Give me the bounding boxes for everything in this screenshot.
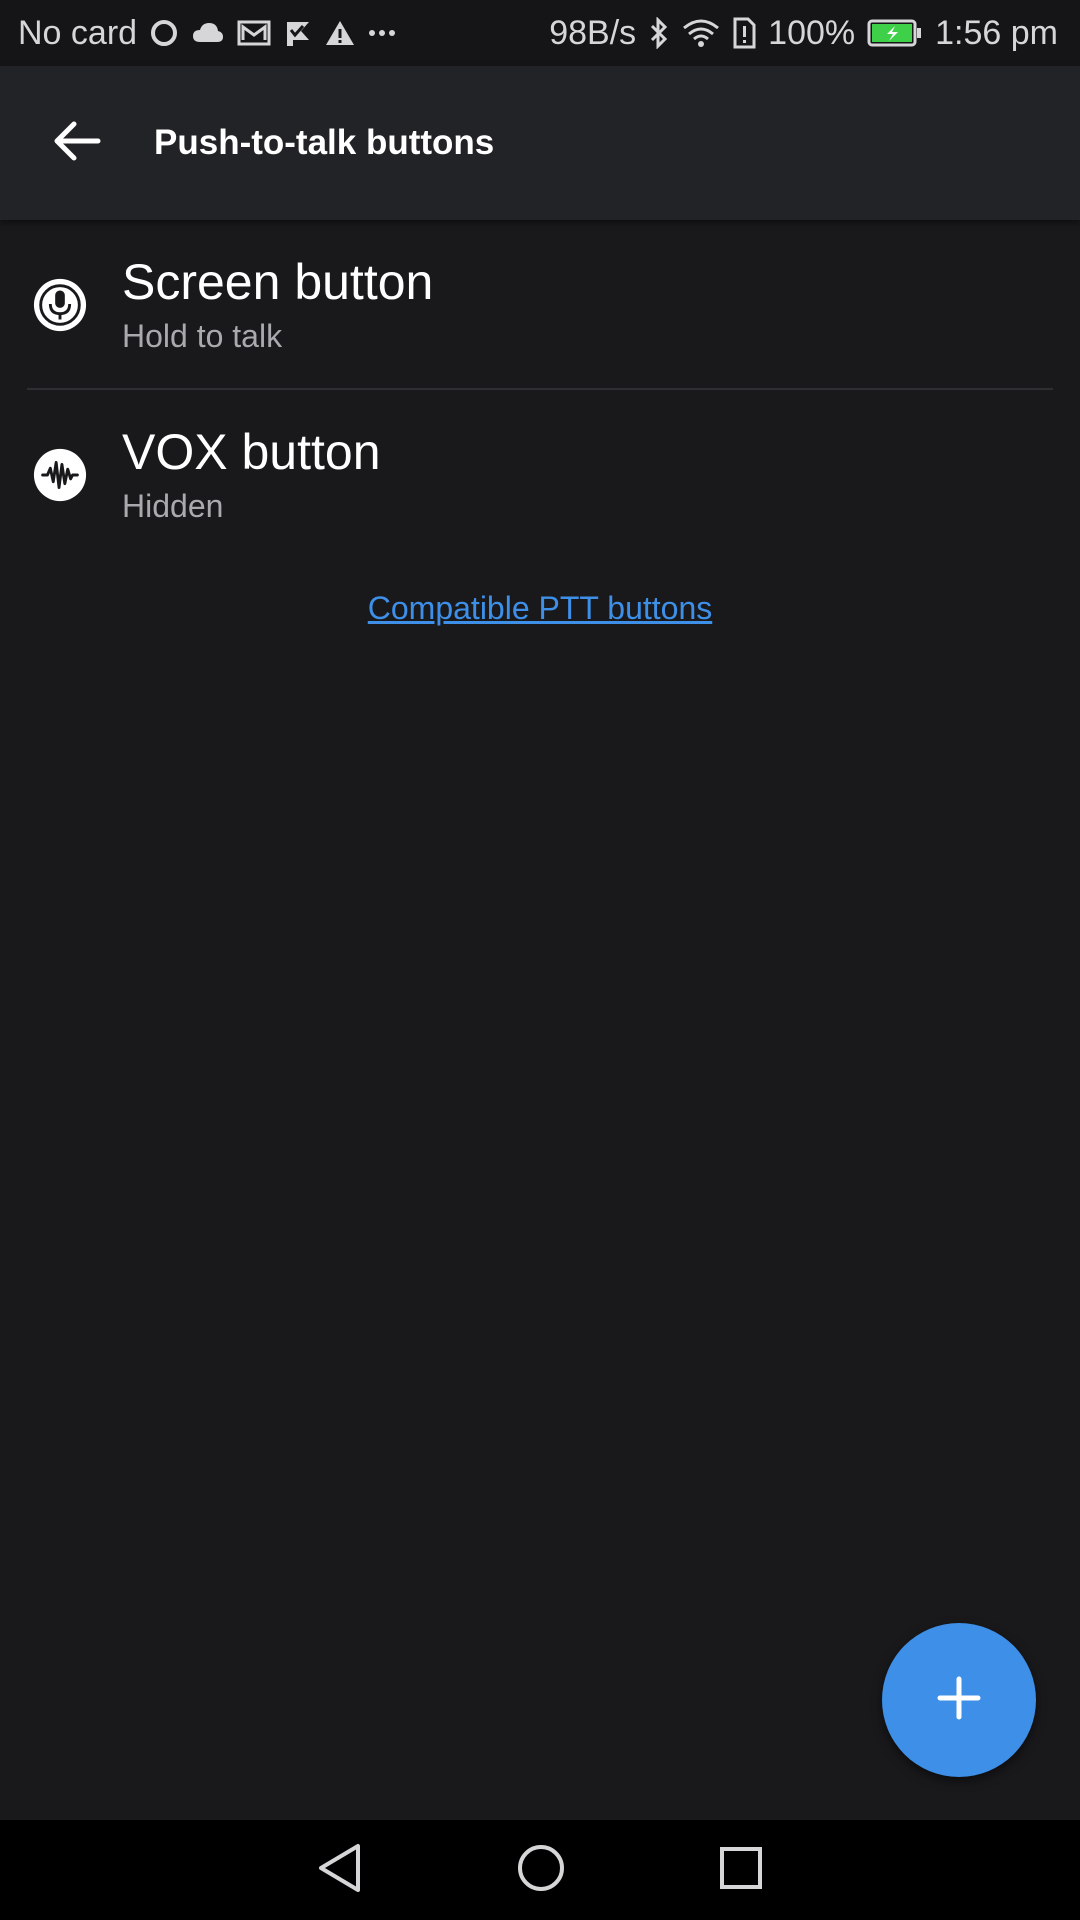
check-flag-icon bbox=[283, 19, 313, 47]
compatible-ptt-buttons-link[interactable]: Compatible PTT buttons bbox=[368, 590, 712, 626]
nav-home-icon bbox=[516, 1843, 566, 1898]
status-bar: No card 98B/s 100% 1:56 pm bbox=[0, 0, 1080, 66]
list-item-screen-button[interactable]: Screen button Hold to talk bbox=[0, 220, 1080, 390]
item-title: VOX button bbox=[122, 424, 381, 480]
nav-recents-icon bbox=[718, 1845, 764, 1896]
item-subtitle: Hold to talk bbox=[122, 318, 283, 354]
plus-icon bbox=[936, 1675, 982, 1726]
warning-icon bbox=[325, 19, 355, 47]
navigation-bar bbox=[0, 1820, 1080, 1920]
status-right: 98B/s 100% 1:56 pm bbox=[549, 14, 1058, 53]
item-subtitle: Hidden bbox=[122, 488, 224, 524]
list-item-vox-button[interactable]: VOX button Hidden bbox=[0, 390, 1080, 560]
back-button[interactable] bbox=[27, 93, 127, 193]
clock-text: 1:56 pm bbox=[935, 13, 1058, 52]
nav-back-button[interactable] bbox=[316, 1836, 364, 1904]
battery-charging-icon bbox=[867, 19, 923, 47]
circle-icon bbox=[149, 18, 179, 48]
battery-percent-text: 100% bbox=[768, 13, 856, 52]
item-text: Screen button Hold to talk bbox=[122, 252, 433, 358]
cloud-icon bbox=[191, 20, 225, 46]
nav-recents-button[interactable] bbox=[718, 1836, 764, 1904]
waveform-icon bbox=[32, 447, 88, 503]
back-arrow-icon bbox=[52, 119, 102, 168]
page-title: Push-to-talk buttons bbox=[154, 123, 495, 162]
ptt-button-list: Screen button Hold to talk VOX button Hi… bbox=[0, 220, 1080, 560]
nav-home-button[interactable] bbox=[516, 1836, 566, 1904]
carrier-text: No card bbox=[18, 13, 138, 52]
link-row: Compatible PTT buttons bbox=[0, 590, 1080, 627]
bluetooth-icon bbox=[648, 17, 670, 49]
gmail-icon bbox=[237, 19, 271, 47]
item-title: Screen button bbox=[122, 254, 434, 310]
app-bar: Push-to-talk buttons bbox=[0, 66, 1080, 220]
more-dots-icon bbox=[367, 28, 397, 38]
add-button[interactable] bbox=[882, 1623, 1036, 1777]
microphone-icon bbox=[32, 277, 88, 333]
status-left: No card bbox=[18, 14, 397, 53]
nav-back-icon bbox=[316, 1842, 364, 1899]
net-speed-text: 98B/s bbox=[549, 13, 637, 52]
item-text: VOX button Hidden bbox=[122, 422, 381, 528]
wifi-icon bbox=[682, 18, 720, 48]
sim-alert-icon bbox=[732, 17, 756, 49]
